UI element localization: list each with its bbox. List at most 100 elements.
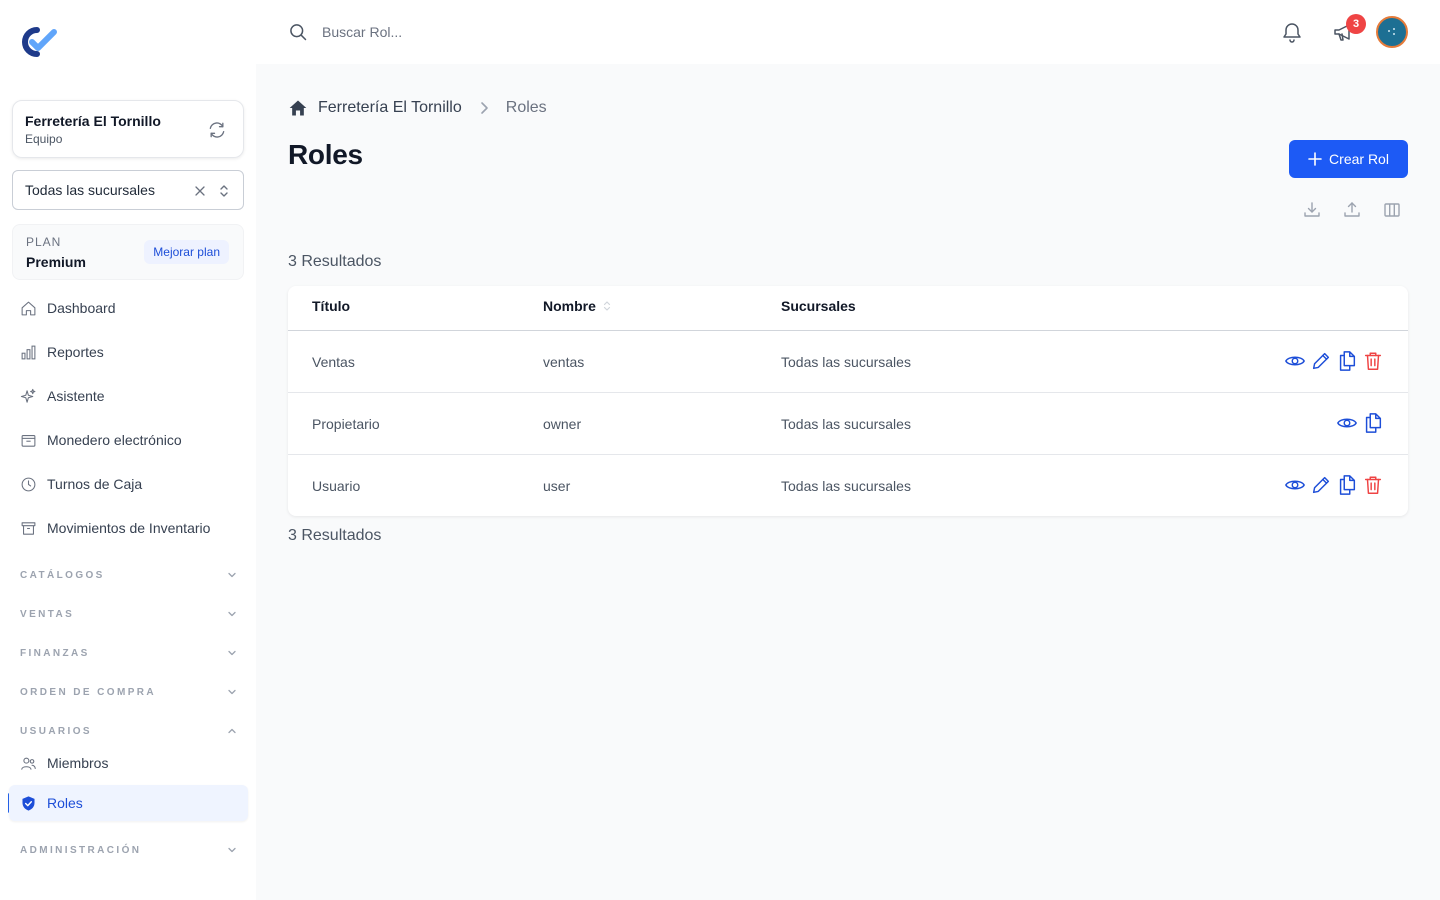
roles-table: Título Nombre Sucursales Ventas ventas T… <box>288 286 1408 516</box>
main-content: Ferretería El Tornillo Roles Roles Crear… <box>256 64 1440 900</box>
header-nombre[interactable]: Nombre <box>543 298 612 314</box>
cell-nombre: user <box>543 478 571 494</box>
bell-icon[interactable] <box>1280 20 1304 44</box>
chevron-right-icon <box>480 102 488 114</box>
clear-icon[interactable] <box>193 184 207 198</box>
chevron-down-icon <box>228 847 236 853</box>
pencil-icon[interactable] <box>1310 474 1332 496</box>
nav-item-reportes[interactable]: Reportes <box>12 334 248 370</box>
breadcrumb: Ferretería El Tornillo Roles <box>288 98 547 118</box>
notification-badge: 3 <box>1346 14 1366 34</box>
plus-icon <box>1308 152 1322 166</box>
home-icon[interactable] <box>288 98 308 118</box>
trash-icon[interactable] <box>1362 474 1384 496</box>
row-actions <box>1336 410 1384 436</box>
eye-icon[interactable] <box>1284 350 1306 372</box>
bar-chart-icon <box>21 345 36 359</box>
cell-nombre: ventas <box>543 354 585 370</box>
section-orden-de-compra[interactable]: ORDEN DE COMPRA <box>20 682 238 702</box>
row-actions <box>1284 348 1384 374</box>
section-label: ADMINISTRACIÓN <box>20 844 142 856</box>
section-administracion[interactable]: ADMINISTRACIÓN <box>20 840 238 860</box>
plan-card: PLAN Premium Mejorar plan <box>12 224 244 280</box>
team-subtitle: Equipo <box>25 132 63 146</box>
nav-item-monedero[interactable]: Monedero electrónico <box>12 422 248 458</box>
duplicate-icon[interactable] <box>1362 412 1384 434</box>
sparkles-icon <box>20 388 36 403</box>
section-catalogos[interactable]: CATÁLOGOS <box>20 565 238 585</box>
nav-item-dashboard[interactable]: Dashboard <box>12 290 248 326</box>
trash-icon[interactable] <box>1362 350 1384 372</box>
table-row: Propietario owner Todas las sucursales <box>288 393 1408 455</box>
search-icon <box>290 24 307 41</box>
download-icon[interactable] <box>1303 201 1321 219</box>
nav-item-label: Dashboard <box>47 300 116 316</box>
team-name: Ferretería El Tornillo <box>25 113 161 129</box>
wallet-icon <box>21 434 36 447</box>
pencil-icon[interactable] <box>1310 350 1332 372</box>
topbar: 3 <box>256 0 1440 64</box>
table-row: Usuario user Todas las sucursales <box>288 455 1408 517</box>
eye-icon[interactable] <box>1336 412 1358 434</box>
section-label: VENTAS <box>20 608 75 620</box>
results-count-top: 3 Resultados <box>288 253 382 270</box>
chevron-down-icon <box>228 689 236 695</box>
cell-sucursales: Todas las sucursales <box>781 354 911 370</box>
header-sucursales: Sucursales <box>781 298 856 314</box>
nav-item-label: Turnos de Caja <box>47 476 143 492</box>
section-usuarios[interactable]: USUARIOS <box>20 721 238 741</box>
breadcrumb-current: Roles <box>505 99 547 116</box>
section-finanzas[interactable]: FINANZAS <box>20 643 238 663</box>
users-icon <box>21 757 36 770</box>
avatar[interactable] <box>1376 16 1408 48</box>
section-label: USUARIOS <box>20 725 92 737</box>
create-role-button[interactable]: Crear Rol <box>1289 140 1408 178</box>
app-logo[interactable] <box>18 24 58 60</box>
cell-sucursales: Todas las sucursales <box>781 416 911 432</box>
section-ventas[interactable]: VENTAS <box>20 604 238 624</box>
header-titulo: Título <box>312 298 351 314</box>
header-nombre-label: Nombre <box>543 298 596 314</box>
duplicate-icon[interactable] <box>1336 474 1358 496</box>
upload-icon[interactable] <box>1343 201 1361 219</box>
upgrade-plan-button[interactable]: Mejorar plan <box>144 240 229 264</box>
home-icon <box>21 301 36 315</box>
page-title: Roles <box>288 139 363 170</box>
breadcrumb-team[interactable]: Ferretería El Tornillo <box>318 99 462 117</box>
shield-check-icon <box>22 795 35 811</box>
section-label: FINANZAS <box>20 647 90 659</box>
nav-item-label: Movimientos de Inventario <box>47 520 211 536</box>
results-count-bottom: 3 Resultados <box>288 527 382 544</box>
branch-select-value: Todas las sucursales <box>25 182 155 198</box>
chevron-down-icon <box>228 650 236 656</box>
nav-item-label: Miembros <box>47 755 109 771</box>
branch-select[interactable]: Todas las sucursales <box>12 170 244 210</box>
chevron-up-icon <box>228 728 236 734</box>
cell-sucursales: Todas las sucursales <box>781 478 911 494</box>
nav-item-miembros[interactable]: Miembros <box>12 745 248 781</box>
cell-titulo: Ventas <box>312 354 355 370</box>
nav-item-label: Roles <box>47 795 83 811</box>
nav-item-asistente[interactable]: Asistente <box>12 378 248 414</box>
row-actions <box>1284 472 1384 498</box>
nav-item-turnos[interactable]: Turnos de Caja <box>12 466 248 502</box>
clock-icon <box>21 477 36 491</box>
nav-item-movimientos[interactable]: Movimientos de Inventario <box>12 510 248 546</box>
eye-icon[interactable] <box>1284 474 1306 496</box>
search-input[interactable] <box>322 20 622 44</box>
section-label: ORDEN DE COMPRA <box>20 686 157 698</box>
nav-item-label: Asistente <box>47 388 105 404</box>
create-role-label: Crear Rol <box>1329 151 1389 167</box>
refresh-icon[interactable] <box>207 120 227 140</box>
nav-item-roles[interactable]: Roles <box>9 785 248 821</box>
nav-item-label: Reportes <box>47 344 104 360</box>
chevron-down-icon <box>228 611 236 617</box>
team-switcher[interactable]: Ferretería El Tornillo Equipo <box>12 100 244 158</box>
duplicate-icon[interactable] <box>1336 350 1358 372</box>
columns-icon[interactable] <box>1383 201 1401 219</box>
sort-icon[interactable] <box>602 300 612 312</box>
table-header: Título Nombre Sucursales <box>288 286 1408 331</box>
chevron-up-down-icon[interactable] <box>217 183 231 199</box>
chevron-down-icon <box>228 572 236 578</box>
avatar-pattern-icon <box>1388 28 1395 35</box>
